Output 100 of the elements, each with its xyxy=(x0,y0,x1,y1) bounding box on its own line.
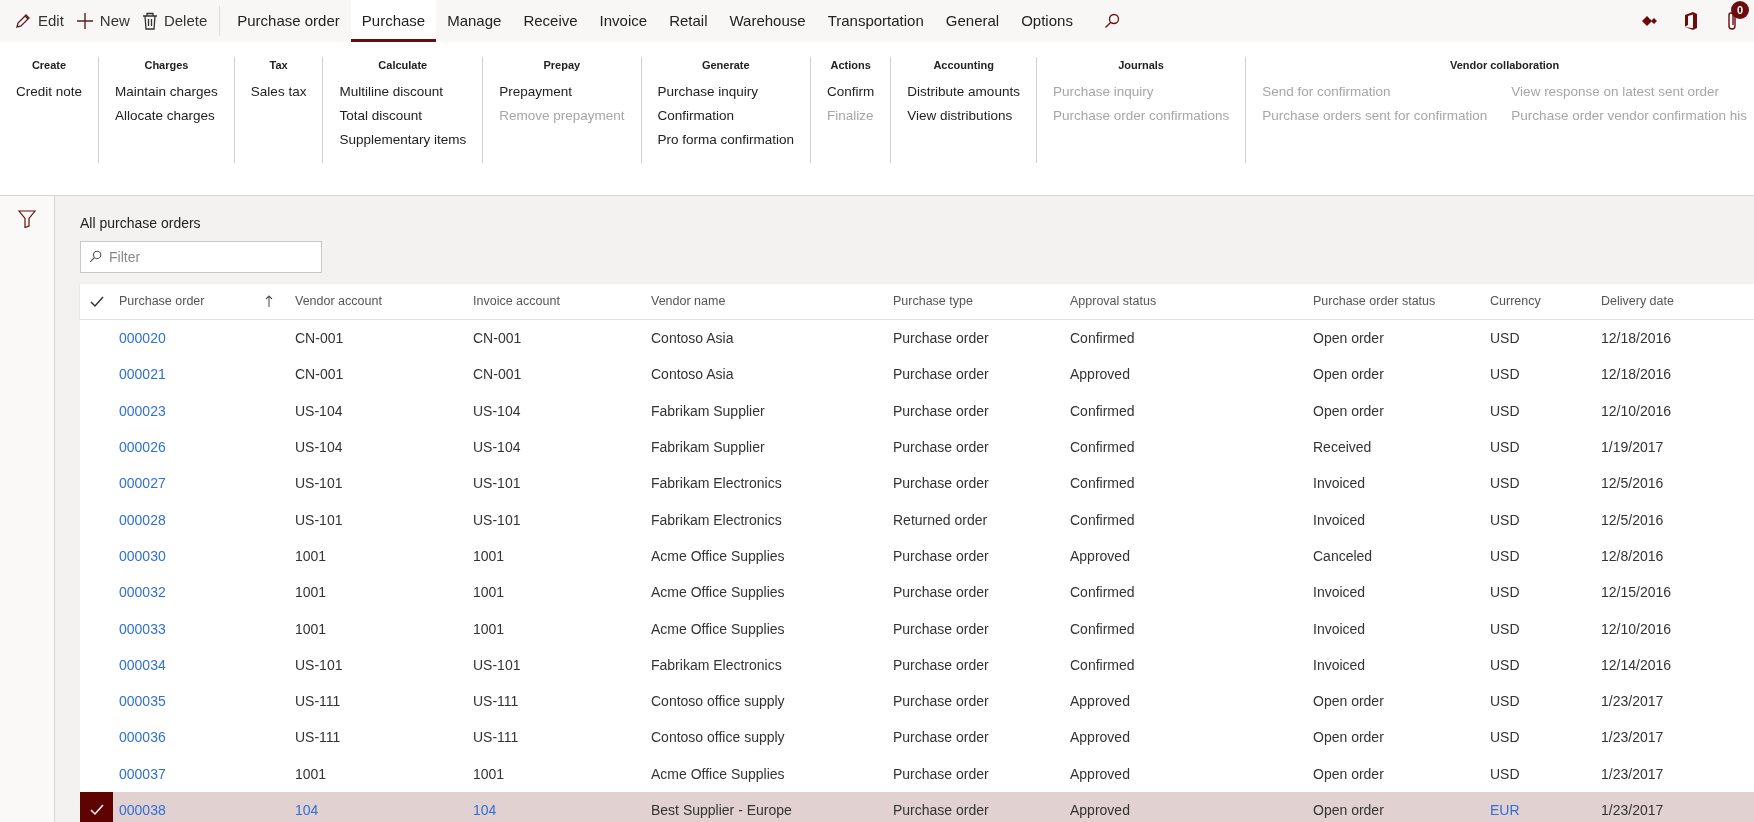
ribbon-command[interactable]: Allocate charges xyxy=(115,104,215,128)
table-cell: USD xyxy=(1490,620,1520,637)
group-title: Journals xyxy=(1118,58,1164,73)
table-cell: Purchase order xyxy=(893,439,989,456)
ribbon-command[interactable]: Total discount xyxy=(339,104,422,128)
table-cell: US-101 xyxy=(473,475,521,492)
table-cell: Open order xyxy=(1313,729,1384,746)
ribbon-command[interactable]: Prepayment xyxy=(499,80,572,104)
ribbon-command[interactable]: View distributions xyxy=(907,104,1013,128)
group-title: Vendor collaboration xyxy=(1449,58,1560,73)
check-icon xyxy=(89,804,104,816)
table-cell: Contoso Asia xyxy=(651,330,734,347)
ribbon-command[interactable]: Purchase inquiry xyxy=(657,80,759,104)
table-cell: Received xyxy=(1313,439,1372,456)
link-cell[interactable]: 000032 xyxy=(119,584,166,601)
column-header[interactable]: Purchase order xyxy=(119,292,205,311)
table-cell: Purchase order xyxy=(893,656,989,673)
ribbon-command[interactable]: Confirmation xyxy=(657,104,735,128)
column-header[interactable]: Approval status xyxy=(1070,292,1157,311)
ribbon-command[interactable]: Supplementary items xyxy=(339,128,467,152)
ribbon-tab[interactable]: Manage xyxy=(436,0,513,42)
group-title: Calculate xyxy=(378,58,428,73)
table-cell: Approved xyxy=(1070,802,1130,818)
ribbon-command[interactable]: Confirm xyxy=(827,80,875,104)
link-cell[interactable]: 000030 xyxy=(119,547,166,564)
table-cell: US-101 xyxy=(295,511,343,528)
column-header[interactable]: Vendor account xyxy=(295,292,382,311)
ribbon-tab[interactable]: General xyxy=(934,0,1011,42)
table-cell: 12/5/2016 xyxy=(1601,475,1664,492)
ribbon-tab[interactable]: Purchase xyxy=(350,0,437,42)
filter-field[interactable]: Filter xyxy=(80,241,322,273)
office-icon[interactable] xyxy=(1684,12,1698,30)
ribbon-tab[interactable]: Retail xyxy=(658,0,719,42)
column-header[interactable]: Vendor name xyxy=(651,292,726,311)
link-cell[interactable]: 000034 xyxy=(119,656,166,673)
ribbon-command[interactable]: Pro forma confirmation xyxy=(657,128,795,152)
table-cell: US-104 xyxy=(473,402,521,419)
column-header[interactable]: Invoice account xyxy=(473,292,560,311)
table-cell: Confirmed xyxy=(1070,439,1135,456)
ribbon-tab[interactable]: Transportation xyxy=(816,0,935,42)
table-cell: USD xyxy=(1490,656,1520,673)
link-cell[interactable]: 000035 xyxy=(119,693,166,710)
ribbon-tab[interactable]: Options xyxy=(1010,0,1084,42)
link-cell[interactable]: 000028 xyxy=(119,511,166,528)
link-cell[interactable]: 000037 xyxy=(119,765,166,782)
column-header[interactable]: Currency xyxy=(1490,292,1541,311)
table-cell: CN-001 xyxy=(295,330,344,347)
filter-icon[interactable] xyxy=(18,210,36,228)
table-cell: Confirmed xyxy=(1070,511,1135,528)
group-title: Tax xyxy=(269,58,288,73)
search-icon[interactable] xyxy=(1103,13,1120,29)
ribbon-command[interactable]: Distribute amounts xyxy=(907,80,1020,104)
paperclip-icon[interactable] xyxy=(1726,11,1738,31)
table-cell: Approved xyxy=(1070,366,1130,383)
ribbon-tab[interactable]: Warehouse xyxy=(718,0,817,42)
ribbon-command[interactable]: Sales tax xyxy=(250,80,307,104)
ribbon-tab[interactable]: Purchase order xyxy=(226,0,351,42)
table-cell: Purchase order xyxy=(893,475,989,492)
ribbon-tab[interactable]: Receive xyxy=(512,0,589,42)
link-cell[interactable]: 000027 xyxy=(119,475,166,492)
list-title: All purchase orders xyxy=(80,214,201,233)
column-header[interactable]: Purchase order status xyxy=(1313,292,1436,311)
table-cell: Approved xyxy=(1070,693,1130,710)
table-cell: USD xyxy=(1490,765,1520,782)
table-cell: Invoiced xyxy=(1313,584,1366,601)
table-cell: Confirmed xyxy=(1070,402,1135,419)
table-cell: Confirmed xyxy=(1070,620,1135,637)
ribbon-command[interactable]: Credit note xyxy=(16,80,83,104)
link-cell[interactable]: 000033 xyxy=(119,620,166,637)
table-row[interactable]: 000038 104 104 Best Supplier - Europe Purchase order Approved Open order EUR 1/23/2017 xyxy=(80,791,1754,822)
table-cell: 12/10/2016 xyxy=(1601,402,1672,419)
table-cell: USD xyxy=(1490,366,1520,383)
pencil-icon xyxy=(14,12,32,30)
table-cell: 12/8/2016 xyxy=(1601,547,1664,564)
table-cell: US-104 xyxy=(295,402,343,419)
toolbar-button[interactable]: Edit xyxy=(8,0,70,42)
table-cell: US-101 xyxy=(473,511,521,528)
link-cell[interactable]: 000036 xyxy=(119,729,166,746)
table-cell: 12/10/2016 xyxy=(1601,620,1672,637)
toolbar-button[interactable]: New xyxy=(69,0,136,42)
table-cell: Purchase order xyxy=(893,584,989,601)
ribbon-tab[interactable]: Invoice xyxy=(588,0,659,42)
check-icon[interactable] xyxy=(89,295,104,308)
column-header[interactable]: Purchase type xyxy=(893,292,973,311)
sort-arrow-icon[interactable] xyxy=(265,295,273,308)
link-cell[interactable]: 000020 xyxy=(119,330,166,347)
table-cell: 1001 xyxy=(473,620,505,637)
table-cell: USD xyxy=(1490,693,1520,710)
ribbon-command[interactable]: Multiline discount xyxy=(339,80,443,104)
table-cell: Fabrikam Electronics xyxy=(651,475,782,492)
column-header[interactable]: Delivery date xyxy=(1601,292,1674,311)
link-cell[interactable]: 000021 xyxy=(119,366,166,383)
link-cell[interactable]: 000026 xyxy=(119,439,166,456)
link-cell[interactable]: 000023 xyxy=(119,402,166,419)
diamond-icon[interactable] xyxy=(1642,15,1658,27)
row-checkbox[interactable] xyxy=(80,791,113,822)
ribbon-command[interactable]: Maintain charges xyxy=(115,80,218,104)
table-cell: Purchase order xyxy=(893,729,989,746)
table-cell: 12/14/2016 xyxy=(1601,656,1672,673)
toolbar-button[interactable]: Delete xyxy=(135,0,214,42)
